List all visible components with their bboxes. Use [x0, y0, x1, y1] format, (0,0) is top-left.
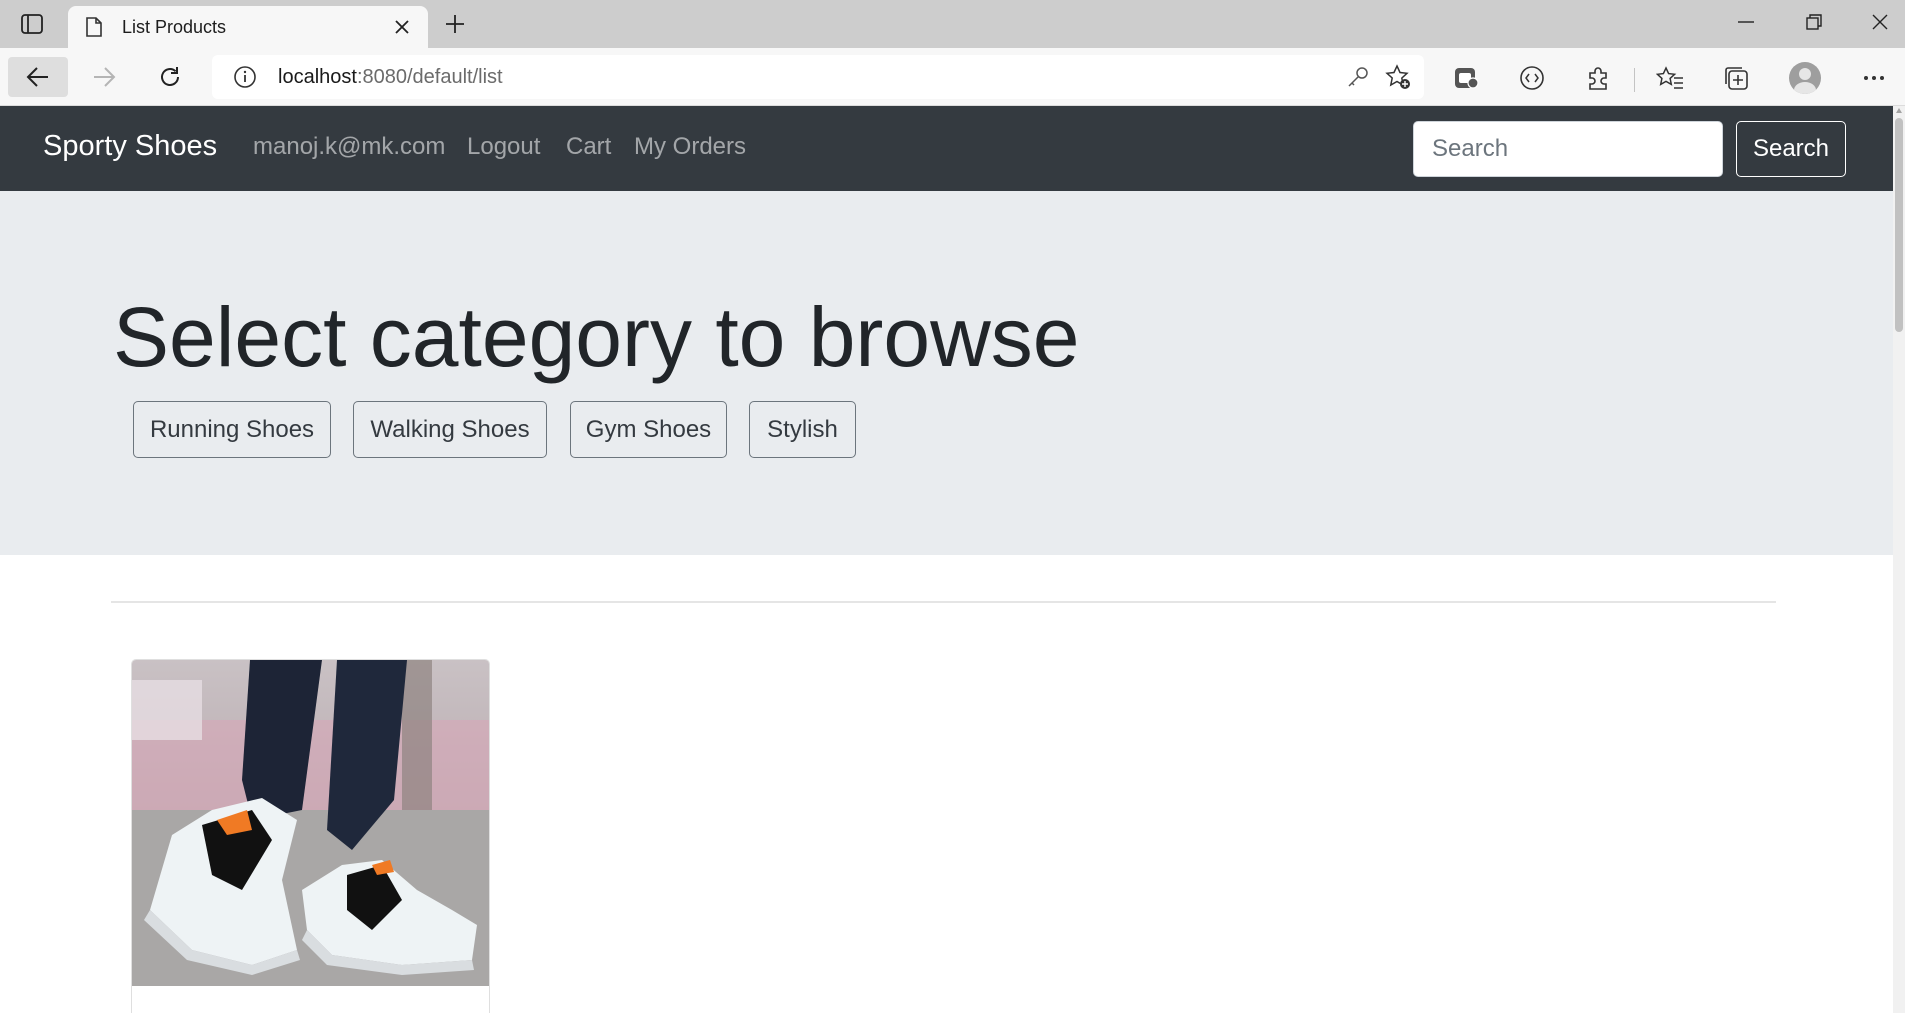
close-tab-icon[interactable]: [390, 15, 414, 39]
page-scrollbar[interactable]: [1893, 106, 1905, 1013]
forward-arrow-icon[interactable]: [74, 57, 134, 97]
favorites-icon[interactable]: [1650, 61, 1690, 95]
search-button[interactable]: Search: [1736, 121, 1846, 177]
section-divider: [111, 601, 1776, 603]
reload-icon[interactable]: [140, 57, 200, 97]
category-running-shoes-button[interactable]: Running Shoes: [133, 401, 331, 458]
product-card[interactable]: [131, 659, 490, 1013]
page-heading: Select category to browse: [113, 290, 1080, 384]
close-window-icon[interactable]: [1852, 6, 1905, 38]
new-tab-icon[interactable]: [440, 10, 470, 38]
category-gym-shoes-button[interactable]: Gym Shoes: [570, 401, 727, 458]
nav-cart-link[interactable]: Cart: [566, 133, 611, 161]
tab-actions-icon[interactable]: [14, 10, 50, 38]
browser-tab-bar: List Products: [0, 0, 1905, 48]
nav-user-email[interactable]: manoj.k@mk.com: [253, 133, 445, 161]
site-navbar: Sporty Shoes manoj.k@mk.com Logout Cart …: [0, 106, 1893, 191]
back-arrow-icon[interactable]: [8, 57, 68, 97]
key-icon[interactable]: [1338, 59, 1378, 95]
restore-icon[interactable]: [1786, 6, 1842, 38]
more-menu-icon[interactable]: [1854, 61, 1894, 95]
browser-tab-active[interactable]: List Products: [68, 6, 428, 48]
nav-my-orders-link[interactable]: My Orders: [634, 133, 746, 161]
category-stylish-button[interactable]: Stylish: [749, 401, 856, 458]
brand-logo-text[interactable]: Sporty Shoes: [43, 130, 217, 163]
url-path: :8080/default/list: [356, 65, 503, 88]
url-host: localhost: [278, 65, 357, 88]
category-walking-shoes-button[interactable]: Walking Shoes: [353, 401, 547, 458]
extension-badge-icon[interactable]: [1446, 61, 1486, 95]
page-icon: [86, 16, 104, 38]
scrollbar-thumb[interactable]: [1895, 118, 1903, 332]
site-info-icon[interactable]: [232, 64, 258, 90]
nav-logout-link[interactable]: Logout: [467, 133, 540, 161]
product-image[interactable]: [132, 660, 489, 986]
web-page: Sporty Shoes manoj.k@mk.com Logout Cart …: [0, 106, 1893, 1013]
scroll-up-arrow-icon[interactable]: [1896, 108, 1902, 113]
minimize-icon[interactable]: [1718, 6, 1774, 38]
add-favorite-icon[interactable]: [1378, 59, 1418, 95]
profile-avatar-icon[interactable]: [1785, 60, 1825, 96]
collections-icon[interactable]: [1716, 61, 1756, 95]
toolbar-separator: [1634, 68, 1635, 92]
url-text[interactable]: localhost:8080/default/list: [278, 66, 1338, 89]
avatar: [1789, 62, 1821, 94]
code-brackets-icon[interactable]: [1512, 61, 1552, 95]
category-jumbotron: Select category to browse Running Shoes …: [0, 191, 1893, 555]
browser-toolbar: localhost:8080/default/list: [0, 48, 1905, 106]
search-input[interactable]: [1413, 121, 1723, 177]
address-bar[interactable]: localhost:8080/default/list: [212, 55, 1424, 99]
tab-title: List Products: [122, 16, 227, 37]
extensions-puzzle-icon[interactable]: [1578, 61, 1618, 95]
